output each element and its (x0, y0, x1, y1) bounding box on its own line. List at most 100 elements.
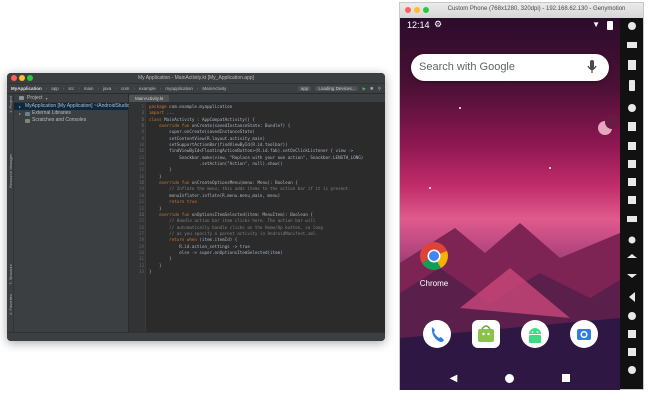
tool-tab-resource-manager[interactable]: Resource Manager (8, 154, 13, 188)
phone-screen[interactable]: 12:14 ⚙ ▼ Search with Google Chrome ◀ (400, 18, 620, 390)
power-icon[interactable] (628, 366, 636, 374)
store-icon[interactable] (471, 320, 500, 348)
breadcrumb-item[interactable]: com (121, 86, 130, 91)
code-text: class MainActivity : AppCompatActivity()… (149, 116, 255, 122)
gps-icon[interactable] (629, 80, 635, 91)
emulator-title-bar: Custom Phone (768x1280, 320dpi) - 192.16… (400, 3, 643, 19)
chevron-down-icon: ▾ (45, 95, 48, 101)
tree-item-label: External Libraries (32, 110, 71, 116)
search-icon[interactable]: ⚲ (378, 86, 381, 92)
tree-item-label: Scratches and Consoles (32, 117, 87, 123)
code-editor[interactable]: MainActivity.kt 1 package com.example.mya… (129, 94, 385, 333)
code-text: menuInflater.inflate(R.menu.menu_main, m… (149, 192, 281, 198)
code-text: override fun onCreate(savedInstanceState… (159, 123, 291, 129)
close-icon[interactable] (405, 7, 411, 13)
tree-item[interactable]: Scratches and Consoles (14, 117, 128, 124)
code-text: override fun onCreateOptionsMenu(menu: M… (159, 180, 298, 186)
ide-status-bar (7, 332, 385, 341)
chrome-label: Chrome (419, 279, 449, 288)
project-panel-header[interactable]: Project ▾ (14, 94, 128, 103)
breadcrumb-item[interactable]: main (84, 86, 94, 91)
recents-icon[interactable] (562, 374, 571, 382)
genymotion-toolbar (620, 18, 643, 389)
home-icon[interactable] (505, 373, 515, 383)
code-text: } (149, 205, 162, 211)
code-text: return when (item.itemId) { (169, 237, 238, 243)
code-text: Snackbar.make(view, "Replace with your o… (149, 154, 364, 160)
android-nav-bar: ◀ (400, 366, 620, 390)
tool-tab-favorites[interactable]: 2: Favorites (8, 294, 13, 315)
phone-icon[interactable] (422, 320, 451, 348)
google-search-bar[interactable]: Search with Google (411, 54, 609, 81)
fullscreen-icon[interactable] (627, 42, 637, 48)
dock (400, 320, 620, 350)
android-icon[interactable] (520, 320, 549, 348)
code-text: package com.example.myapplication (149, 104, 233, 109)
library-icon (25, 111, 30, 116)
chrome-app-shortcut[interactable]: Chrome (417, 241, 451, 288)
breadcrumb: MyApplication › app › src › main › java › com… (7, 83, 385, 94)
breadcrumb-item[interactable]: MyApplication (11, 86, 42, 91)
chevron-right-icon: ▸ (19, 111, 22, 116)
battery-icon (607, 21, 613, 30)
back-button-icon[interactable] (629, 292, 635, 302)
code-text: setSupportActionBar(findViewById(R.id.to… (149, 142, 288, 148)
tool-tab-project[interactable]: 1: Project (8, 96, 13, 113)
breadcrumb-item[interactable]: myapplication (165, 86, 193, 91)
breadcrumb-item[interactable]: MainActivity (202, 86, 226, 91)
breadcrumb-item[interactable]: app (51, 86, 59, 91)
scratch-icon (25, 118, 30, 123)
editor-tab-bar: MainActivity.kt (129, 94, 385, 102)
volume-down-icon[interactable] (627, 274, 637, 278)
code-text: } (149, 268, 152, 274)
menu-icon[interactable] (628, 348, 636, 356)
chevron-right-icon: ▸ (19, 104, 22, 109)
code-text: // Inflate the menu; this adds items to … (149, 186, 351, 192)
code-line[interactable]: 33} (139, 268, 381, 275)
camera-widget-icon[interactable] (628, 104, 636, 112)
chrome-icon (420, 242, 448, 270)
sms-icon[interactable] (628, 196, 636, 204)
breadcrumb-item[interactable]: src (68, 86, 74, 91)
project-panel: Project ▾ ▸ MyApplication [My Applicatio… (14, 94, 165, 333)
minimize-icon[interactable] (414, 7, 420, 13)
search-placeholder: Search with Google (419, 61, 515, 73)
breadcrumb-item[interactable]: example (139, 86, 156, 91)
recent-apps-icon[interactable] (628, 330, 636, 338)
share-icon[interactable] (628, 236, 636, 244)
battery-widget-icon[interactable] (628, 60, 636, 70)
camera-icon[interactable] (569, 320, 598, 348)
media-icon[interactable] (628, 122, 636, 131)
mic-icon[interactable] (587, 60, 597, 75)
code-text: } (149, 167, 172, 173)
code-text: else -> super.onOptionsItemSelected(item… (149, 249, 283, 255)
code-area[interactable]: 1 package com.example.myapplication 2 3 impo… (139, 104, 381, 275)
ide-title-bar: My Application - MainActivity.kt [My_App… (7, 73, 385, 83)
back-icon[interactable]: ◀ (450, 373, 458, 384)
run-icon[interactable]: ▶ (362, 86, 365, 92)
code-text: R.id.action_settings -> true (149, 243, 250, 249)
run-config-select[interactable]: app (297, 86, 312, 91)
ide-window-title: My Application - MainActivity.kt [My_App… (137, 75, 255, 81)
tree-item[interactable]: ▸ External Libraries (14, 110, 128, 117)
code-text: findViewById<FloatingActionButton>(R.id.… (149, 148, 354, 154)
id-icon[interactable] (628, 142, 636, 150)
android-status-bar: 12:14 ⚙ ▼ (400, 18, 620, 34)
debug-icon[interactable]: ✱ (370, 86, 374, 92)
network-icon[interactable] (628, 160, 636, 168)
maximize-icon[interactable] (423, 7, 429, 13)
project-header-label: Project (27, 95, 43, 101)
phone-widget-icon[interactable] (628, 178, 636, 186)
clock: 12:14 (407, 20, 430, 30)
tab-main-activity[interactable]: MainActivity.kt (129, 95, 170, 102)
volume-up-icon[interactable] (627, 254, 637, 258)
tree-item[interactable]: ▸ MyApplication [My Application] ~/Andro… (14, 103, 165, 110)
home-button-icon[interactable] (628, 312, 636, 320)
code-text: // Handle action bar item clicks here. T… (149, 218, 316, 224)
breadcrumb-item[interactable]: java (103, 86, 111, 91)
rotate-icon[interactable] (628, 22, 636, 30)
device-select[interactable]: Loading Devices... (315, 86, 359, 91)
left-tool-strip: 1: Project Resource Manager 7: Structure… (7, 94, 14, 333)
open-gapps-icon[interactable] (627, 216, 637, 222)
tool-tab-structure[interactable]: 7: Structure (8, 264, 13, 285)
